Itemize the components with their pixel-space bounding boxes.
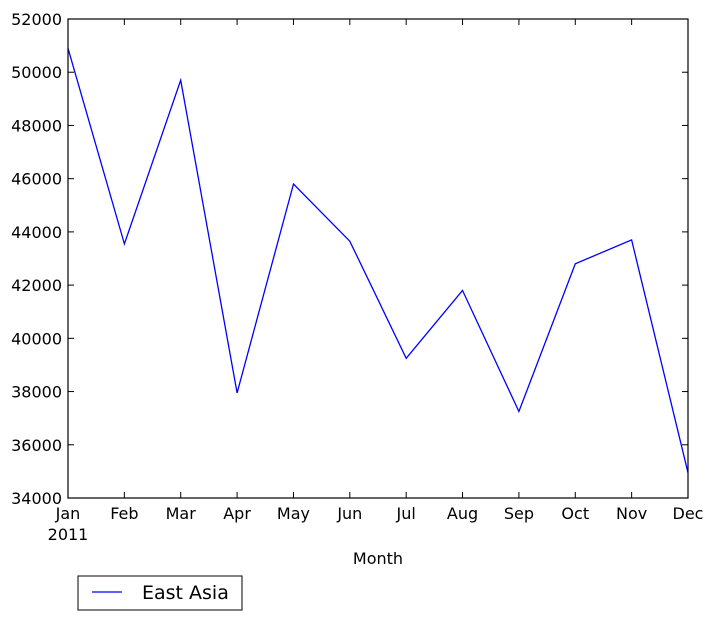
x-tick-label: Jun — [336, 504, 362, 523]
y-tick-label: 44000 — [11, 223, 62, 242]
x-tick-label: Dec — [673, 504, 704, 523]
y-tick-label: 36000 — [11, 436, 62, 455]
y-tick-label: 34000 — [11, 489, 62, 508]
x-tick-label: Jul — [396, 504, 416, 523]
x-tick-label: Mar — [166, 504, 197, 523]
legend: East Asia — [77, 575, 243, 611]
plot-frame — [67, 18, 689, 499]
y-tick-label: 40000 — [11, 329, 62, 348]
x-tick-label: Aug — [447, 504, 478, 523]
x-tick-label: Jan — [55, 504, 81, 523]
legend-label-east-asia: East Asia — [142, 582, 229, 604]
x-tick-label: Feb — [110, 504, 138, 523]
y-tick-label: 52000 — [11, 10, 62, 29]
y-tick-label: 38000 — [11, 383, 62, 402]
y-tick-label: 48000 — [11, 116, 62, 135]
x-axis-label: Month — [353, 549, 403, 568]
y-tick-label: 50000 — [11, 63, 62, 82]
y-tick-label: 42000 — [11, 276, 62, 295]
x-tick-label: Apr — [223, 504, 251, 523]
x-tick-label: Sep — [504, 504, 534, 523]
series-line-east-asia — [67, 48, 689, 473]
x-tick-label: May — [277, 504, 310, 523]
x-tick-label: Nov — [616, 504, 647, 523]
x-tick-label: Oct — [561, 504, 589, 523]
x-axis-sublabel: 2011 — [48, 525, 89, 544]
y-tick-label: 46000 — [11, 170, 62, 189]
line-chart: 34000 36000 38000 40000 42000 44000 46000 48000… — [11, 10, 704, 611]
